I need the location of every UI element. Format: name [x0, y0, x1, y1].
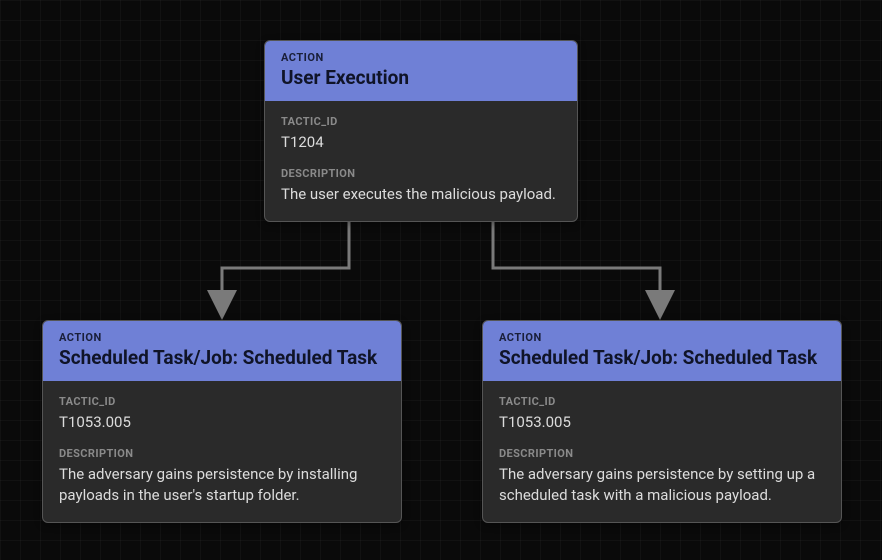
description-value: The adversary gains persistence by setti… — [499, 464, 825, 506]
action-kicker: ACTION — [499, 331, 825, 344]
description-label: DESCRIPTION — [499, 447, 825, 460]
node-title: Scheduled Task/Job: Scheduled Task — [59, 346, 385, 369]
node-header: ACTION Scheduled Task/Job: Scheduled Tas… — [43, 321, 401, 381]
action-kicker: ACTION — [59, 331, 385, 344]
node-header: ACTION User Execution — [265, 41, 577, 101]
tactic-id-value: T1053.005 — [59, 412, 385, 433]
description-value: The adversary gains persistence by insta… — [59, 464, 385, 506]
tactic-id-label: TACTIC_ID — [59, 395, 385, 408]
node-title: Scheduled Task/Job: Scheduled Task — [499, 346, 825, 369]
node-user-execution[interactable]: ACTION User Execution TACTIC_ID T1204 DE… — [264, 40, 578, 222]
description-value: The user executes the malicious payload. — [281, 184, 561, 205]
tactic-id-label: TACTIC_ID — [281, 115, 561, 128]
description-label: DESCRIPTION — [59, 447, 385, 460]
node-body: TACTIC_ID T1204 DESCRIPTION The user exe… — [265, 101, 577, 221]
tactic-id-value: T1204 — [281, 132, 561, 153]
node-title: User Execution — [281, 66, 561, 89]
node-body: TACTIC_ID T1053.005 DESCRIPTION The adve… — [43, 381, 401, 522]
tactic-id-value: T1053.005 — [499, 412, 825, 433]
node-header: ACTION Scheduled Task/Job: Scheduled Tas… — [483, 321, 841, 381]
action-kicker: ACTION — [281, 51, 561, 64]
description-label: DESCRIPTION — [281, 167, 561, 180]
node-body: TACTIC_ID T1053.005 DESCRIPTION The adve… — [483, 381, 841, 522]
tactic-id-label: TACTIC_ID — [499, 395, 825, 408]
node-scheduled-task-right[interactable]: ACTION Scheduled Task/Job: Scheduled Tas… — [482, 320, 842, 523]
node-scheduled-task-left[interactable]: ACTION Scheduled Task/Job: Scheduled Tas… — [42, 320, 402, 523]
